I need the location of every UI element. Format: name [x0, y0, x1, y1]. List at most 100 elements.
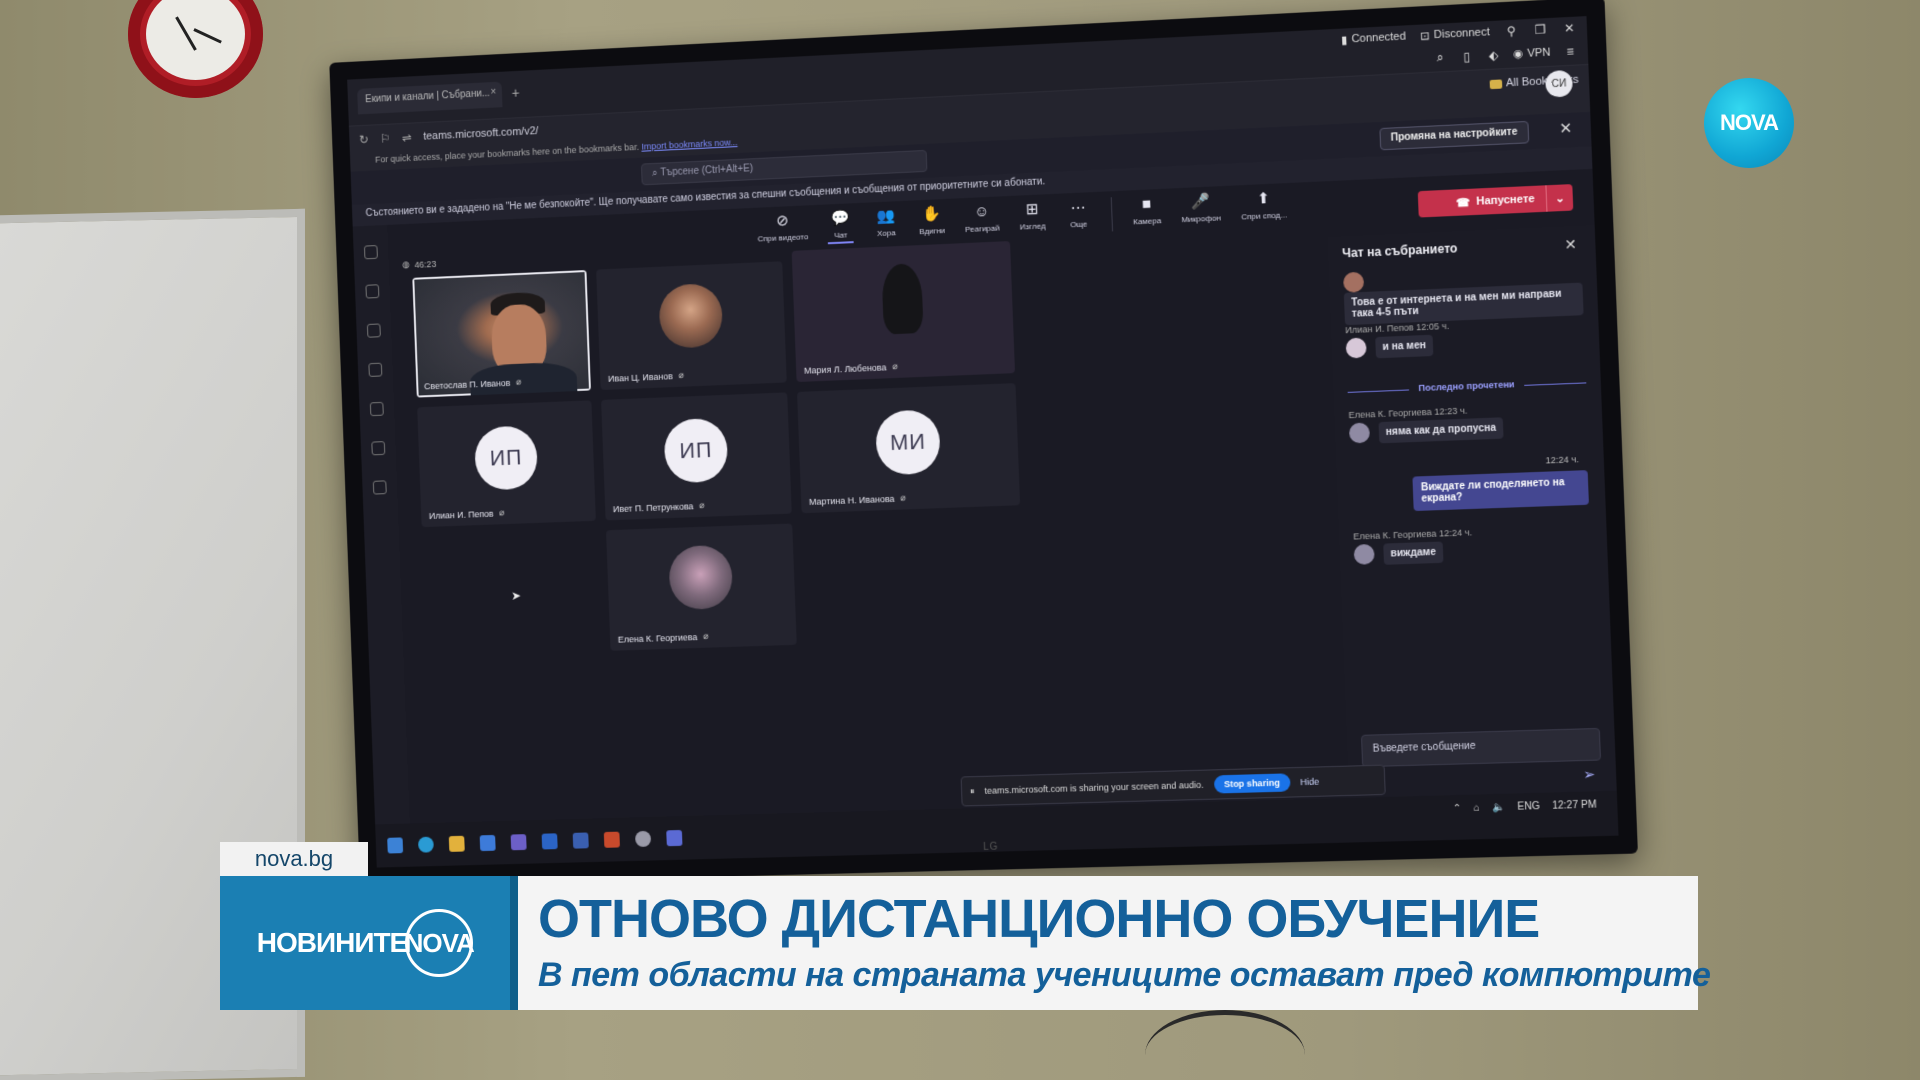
language-indicator[interactable]: ENG [1517, 801, 1540, 813]
pin-icon[interactable]: ⚲ [1504, 24, 1519, 39]
mic-off-icon: ⌀ [499, 507, 505, 518]
send-icon[interactable]: ➢ [1583, 766, 1596, 784]
news-subheadline: В пет области на страната учениците оста… [538, 956, 1710, 995]
more-button[interactable]: ⋯ Още [1065, 198, 1092, 233]
teams-taskbar-icon[interactable] [666, 830, 682, 846]
leave-label: Напуснете [1476, 193, 1535, 208]
chevron-up-icon[interactable]: ⌃ [1452, 803, 1461, 814]
files-icon[interactable] [371, 441, 385, 455]
apps-icon[interactable] [373, 480, 387, 494]
raise-hand-button[interactable]: ✋ Вдигни [918, 205, 945, 240]
close-window-icon[interactable]: ✕ [1562, 21, 1577, 36]
sharing-text: teams.microsoft.com is sharing your scre… [984, 780, 1204, 796]
people-button[interactable]: 👥 Хора [873, 207, 900, 242]
news-headline: ОТНОВО ДИСТАНЦИОННО ОБУЧЕНИЕ [538, 888, 1539, 950]
hand-icon: ✋ [922, 205, 941, 224]
mic-off-icon: ⌀ [699, 500, 705, 511]
menu-icon[interactable]: ≡ [1563, 44, 1578, 59]
calls-icon[interactable] [370, 402, 384, 416]
participant-name-tag: Илиан И. Пепов ⌀ [429, 507, 505, 521]
chevron-down-icon[interactable]: ⌄ [1545, 184, 1573, 212]
restore-window-icon[interactable]: ❐ [1533, 22, 1548, 37]
chat-message: Елена К. Георгиева 12:23 ч. няма как да … [1348, 401, 1588, 445]
tv-screen: Екипи и канали | Събрани... × + ▮ Connec… [347, 16, 1618, 867]
store-icon[interactable] [480, 835, 496, 851]
start-icon[interactable] [387, 837, 403, 853]
split-view-icon[interactable]: ▯ [1459, 49, 1474, 64]
people-icon: 👥 [876, 207, 895, 226]
chat-button[interactable]: 💬 Чат [827, 209, 854, 244]
chrome-icon[interactable] [635, 831, 651, 847]
hangup-icon: ☎ [1456, 195, 1471, 209]
stop-sharing-button[interactable]: Stop sharing [1213, 773, 1290, 793]
close-chat-icon[interactable]: ✕ [1564, 236, 1577, 254]
extensions-icon[interactable]: ⬖ [1486, 47, 1501, 62]
shield-icon: ◍ [402, 259, 410, 270]
participant-tile[interactable]: МИ Мартина Н. Иванова ⌀ [797, 383, 1020, 513]
participant-name: Мария Л. Любенова [804, 362, 887, 375]
bookmark-icon[interactable]: ⚐ [380, 131, 391, 145]
import-bookmarks-link[interactable]: Import bookmarks now... [641, 137, 737, 152]
tool-label: Спри видеото [757, 232, 808, 243]
browser-tab[interactable]: Екипи и канали | Събрани... × [357, 82, 502, 115]
chat-icon[interactable] [365, 284, 379, 298]
chat-title: Чат на събранието [1342, 236, 1581, 261]
microphone-button[interactable]: 🎤 Микрофон [1180, 192, 1221, 228]
brave-icon[interactable] [604, 832, 620, 848]
camera-button[interactable]: ■ Камера [1132, 195, 1162, 230]
clock-hour-hand [175, 16, 197, 50]
volume-icon[interactable]: 🔈 [1492, 802, 1505, 814]
participant-tile[interactable]: Мария Л. Любенова ⌀ [792, 241, 1015, 382]
news-lower-third: nova.bg НОВИНИТЕ NOVA ОТНОВО ДИСТАНЦИОНН… [220, 876, 1698, 1010]
participant-name-tag: Мартина Н. Иванова ⌀ [809, 492, 906, 507]
file-explorer-icon[interactable] [449, 836, 465, 852]
site-info-icon[interactable]: ⇌ [402, 130, 412, 144]
message-text: виждаме [1383, 541, 1444, 564]
tab-close-icon[interactable]: × [490, 87, 496, 98]
close-banner-icon[interactable]: ✕ [1559, 119, 1573, 138]
headline-box: ОТНОВО ДИСТАНЦИОННО ОБУЧЕНИЕ В пет облас… [518, 876, 1698, 1010]
mouse-cursor-icon: ➤ [511, 589, 521, 603]
network-icon[interactable]: ⌂ [1473, 803, 1480, 814]
change-settings-button[interactable]: Промяна на настройките [1379, 121, 1529, 150]
participant-name-tag: Мария Л. Любенова ⌀ [804, 361, 898, 376]
calendar-icon[interactable] [368, 363, 382, 377]
connected-label: Connected [1351, 30, 1406, 45]
vpn-label: VPN [1527, 46, 1551, 59]
stop-video-button[interactable]: ⊘ Спри видеото [757, 211, 809, 247]
vpn-connected-status: ▮ Connected [1341, 30, 1406, 46]
participant-tile[interactable]: Елена К. Георгиева ⌀ [606, 524, 797, 651]
view-button[interactable]: ⊞ Изглед [1019, 200, 1046, 235]
vscode-icon[interactable] [511, 834, 527, 850]
leave-button[interactable]: ☎ Напуснете ⌄ [1418, 184, 1574, 217]
react-button[interactable]: ☺ Реагирай [964, 202, 1000, 238]
tv-bezel: Екипи и канали | Събрани... × + ▮ Connec… [329, 0, 1638, 886]
system-tray: ⌃ ⌂ 🔈 ENG 12:27 PM [1452, 799, 1596, 814]
teams-left-rail [353, 225, 410, 824]
stop-sharing-tool-button[interactable]: ⬆ Спри спод... [1240, 189, 1287, 225]
participant-tile[interactable]: Иван Ц. Иванов ⌀ [596, 261, 787, 390]
word-icon[interactable] [542, 833, 558, 849]
edge-icon[interactable] [418, 837, 434, 853]
outlook-icon[interactable] [573, 832, 589, 848]
browser-tab-title: Екипи и канали | Събрани... [365, 88, 490, 105]
participant-grid: Светослав П. Иванов ⌀ Иван Ц. Иванов ⌀ Мар… [403, 248, 1097, 700]
address-url[interactable]: teams.microsoft.com/v2/ [423, 125, 539, 142]
new-tab-icon[interactable]: + [511, 85, 520, 101]
activity-icon[interactable] [364, 245, 378, 259]
clock-time[interactable]: 12:27 PM [1552, 799, 1597, 811]
teams-icon[interactable] [367, 323, 381, 337]
participant-tile[interactable]: ИП Илиан И. Пепов ⌀ [417, 400, 596, 527]
participant-tile[interactable]: ИП Ивет П. Петрункова ⌀ [601, 392, 792, 520]
share-icon: ⬆ [1257, 190, 1270, 209]
hide-banner-button[interactable]: Hide [1300, 777, 1319, 788]
avatar [1349, 423, 1370, 444]
vpn-disconnect-button[interactable]: ⊡ Disconnect [1420, 26, 1490, 43]
clock-face [146, 0, 245, 80]
chat-compose-input[interactable]: Въведете съобщение [1361, 728, 1601, 767]
tab-search-icon[interactable]: ⌕ [1433, 50, 1448, 66]
vpn-button[interactable]: ◉ VPN [1513, 45, 1551, 60]
tool-label: Изглед [1020, 221, 1046, 231]
participant-tile-video[interactable]: Светослав П. Иванов ⌀ [412, 270, 591, 398]
reload-icon[interactable]: ↻ [359, 133, 369, 147]
